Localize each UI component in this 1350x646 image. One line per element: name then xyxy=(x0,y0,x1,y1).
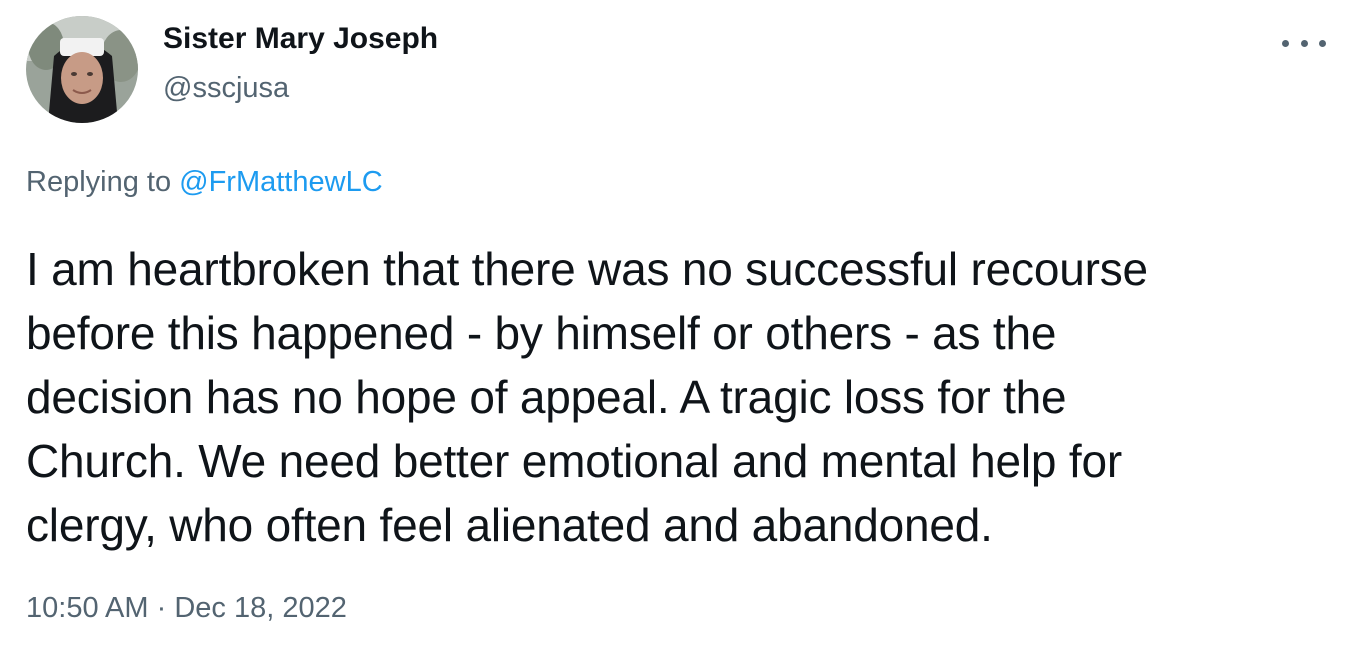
replying-to-label: Replying to xyxy=(26,166,172,198)
ellipsis-icon xyxy=(1300,39,1308,47)
reply-mention-link[interactable]: @FrMatthewLC xyxy=(179,166,382,198)
author-display-name[interactable]: Sister Mary Joseph xyxy=(163,22,438,56)
ellipsis-icon xyxy=(1282,39,1289,47)
ellipsis-icon xyxy=(1319,39,1326,47)
timestamp-separator: · xyxy=(156,592,167,624)
tweet-body-text: I am heartbroken that there was no succe… xyxy=(26,243,1148,551)
author-handle[interactable]: @sscjusa xyxy=(163,72,289,105)
tweet-timestamp: 10:50 AM · Dec 18, 2022 xyxy=(26,592,347,625)
replying-to-line: Replying to @FrMatthewLC xyxy=(26,166,383,199)
tweet-card: Sister Mary Joseph @sscjusa Replying to … xyxy=(0,0,1350,646)
tweet-time-link[interactable]: 10:50 AM xyxy=(26,592,149,624)
tweet-date-link[interactable]: Dec 18, 2022 xyxy=(174,592,347,624)
more-options-button[interactable] xyxy=(1282,29,1326,57)
avatar[interactable] xyxy=(26,16,138,123)
nun-portrait-avatar-image xyxy=(26,16,138,123)
